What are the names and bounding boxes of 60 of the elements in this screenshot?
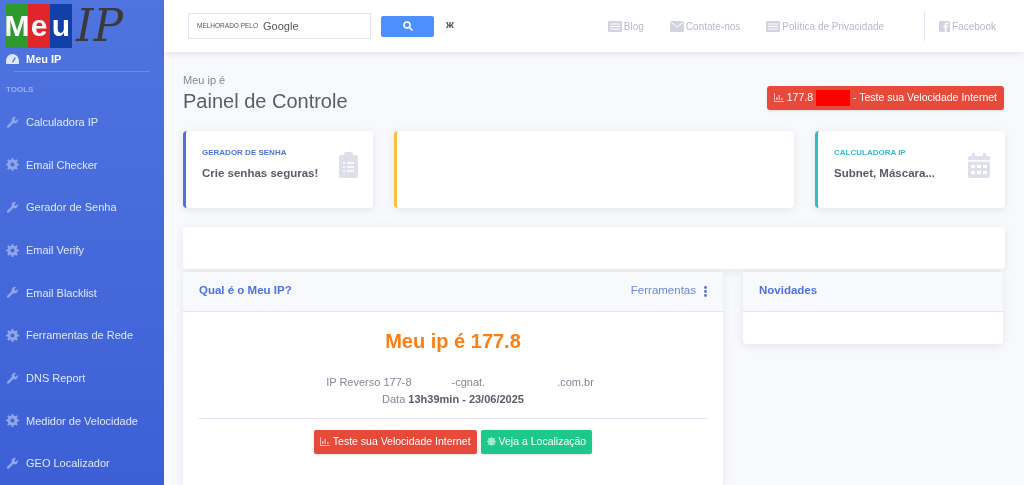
sidebar-item[interactable]: Gerador de Senha bbox=[0, 186, 164, 229]
calendar-icon bbox=[968, 152, 990, 178]
dashboard-icon bbox=[6, 53, 19, 65]
logo-tile: u bbox=[50, 4, 72, 48]
redaction-mark bbox=[816, 89, 850, 106]
gear-icon bbox=[6, 158, 19, 172]
chart-icon bbox=[319, 437, 330, 446]
facebook-icon bbox=[939, 20, 951, 32]
gear-icon bbox=[486, 437, 496, 446]
sidebar-item[interactable]: Medidor de Velocidade bbox=[0, 399, 164, 443]
chart-icon bbox=[773, 93, 784, 102]
list-icon bbox=[607, 20, 622, 32]
card-title: CALCULADORA IP bbox=[834, 147, 907, 160]
search-icon bbox=[402, 21, 413, 31]
search-brand: Google bbox=[263, 18, 299, 34]
wrench-icon bbox=[6, 457, 19, 471]
panel-title: Qual é o Meu IP? bbox=[199, 283, 292, 299]
mail-icon bbox=[669, 20, 684, 32]
nav-link[interactable]: Blog bbox=[607, 18, 644, 34]
sidebar-item[interactable]: DNS Report bbox=[0, 356, 164, 400]
sidebar-item[interactable]: Email Checker bbox=[0, 143, 164, 187]
gear-icon bbox=[6, 414, 19, 428]
ip-headline: Meu ip é 177.8 bbox=[385, 328, 521, 354]
speed-test-button[interactable]: 177.8 - Teste sua Velocidade Internet bbox=[766, 85, 1004, 110]
search-button[interactable] bbox=[381, 15, 434, 37]
nav-link[interactable]: Contate-nos bbox=[669, 18, 741, 34]
page-title: Painel de Controle bbox=[183, 88, 348, 114]
card-text: Subnet, Máscara... bbox=[834, 166, 935, 182]
wrench-icon bbox=[6, 371, 19, 385]
logo-tile: e bbox=[28, 4, 50, 48]
clipboard-icon bbox=[339, 152, 358, 178]
sidebar-item[interactable]: Ferramentas de Rede bbox=[0, 314, 164, 357]
panel-title: Novidades bbox=[759, 283, 818, 299]
sidebar-item[interactable]: Meu IP bbox=[0, 48, 164, 71]
tools-menu-button[interactable]: Ferramentas bbox=[630, 282, 707, 300]
card-text: Crie senhas seguras! bbox=[202, 166, 319, 182]
list-icon bbox=[766, 20, 781, 32]
sidebar-item[interactable]: Email Verify bbox=[0, 228, 164, 272]
speed-test-button[interactable]: Teste sua Velocidade Internet bbox=[313, 429, 477, 454]
section-label: TOOLS bbox=[5, 83, 35, 96]
logo-text: IP bbox=[76, 4, 123, 48]
reverse-ip-text: .com.br bbox=[557, 374, 594, 390]
gear-icon bbox=[6, 243, 19, 257]
location-button[interactable]: Veja a Localização bbox=[480, 429, 593, 454]
wrench-icon bbox=[6, 115, 19, 129]
reverse-ip-text: -cgnat. bbox=[451, 374, 486, 390]
sidebar-item[interactable]: Calculadora IP bbox=[0, 100, 164, 144]
date-text: Data 13h39min - 23/06/2025 bbox=[382, 392, 524, 407]
clear-button[interactable]: ж bbox=[446, 15, 454, 33]
nav-link[interactable]: Política de Privacidade bbox=[766, 18, 885, 34]
page-subtitle: Meu ip é bbox=[183, 73, 227, 88]
reverse-ip-text: IP Reverso 177-8 bbox=[326, 374, 412, 390]
logo-tile: M bbox=[6, 4, 28, 48]
wrench-icon bbox=[6, 201, 19, 215]
gear-icon bbox=[6, 329, 19, 343]
card-title: GERADOR DE SENHA bbox=[202, 147, 288, 160]
sidebar-item[interactable]: Email Blacklist bbox=[0, 271, 164, 315]
wrench-icon bbox=[6, 286, 19, 300]
sidebar-item[interactable]: GEO Localizador bbox=[0, 442, 164, 485]
more-icon bbox=[704, 285, 707, 297]
